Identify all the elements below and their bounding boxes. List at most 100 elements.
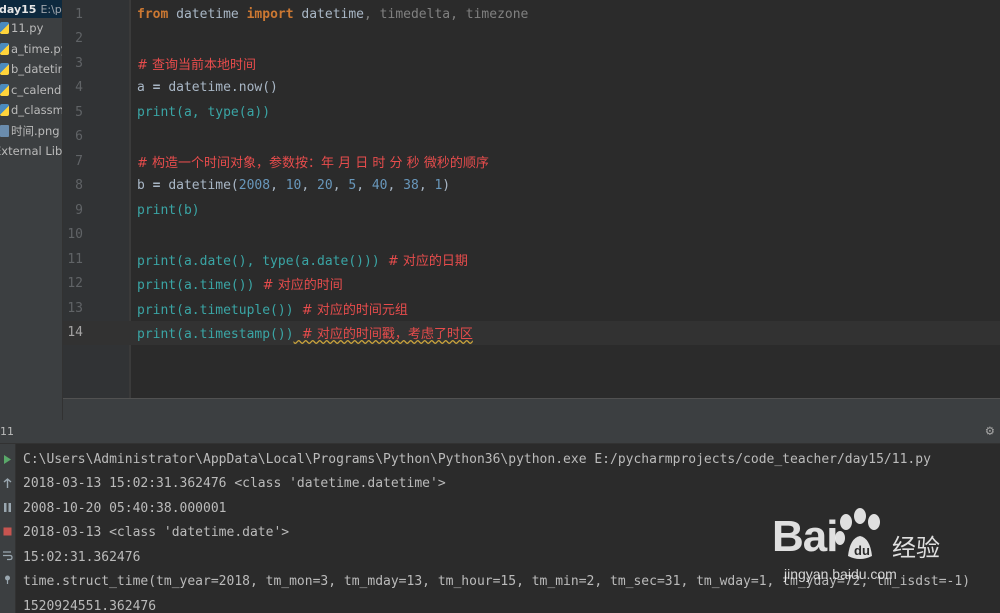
pin-icon[interactable]: [2, 574, 13, 585]
code-comment: # 查询当前本地时间: [137, 57, 257, 73]
run-toolbar: [0, 444, 16, 613]
stop-icon[interactable]: [2, 526, 13, 537]
line-number: 8: [75, 178, 83, 194]
run-tab-title[interactable]: 11: [0, 425, 14, 438]
file-label: 时间.png: [11, 123, 60, 138]
line-number: 3: [75, 55, 83, 71]
code-line-6[interactable]: 6: [63, 125, 1000, 150]
file-label: a_time.py: [11, 41, 63, 56]
code-text: print(a.date(), type(a.date())) # 对应的日期: [137, 250, 468, 269]
project-root-name: day15: [0, 2, 37, 16]
code-token: print: [137, 253, 177, 269]
console-line: 2018-03-13 15:02:31.362476 <class 'datet…: [23, 476, 446, 491]
code-line-8[interactable]: 8 b = datetime(2008, 10, 20, 5, 40, 38, …: [63, 174, 1000, 199]
image-file-icon: [0, 124, 9, 137]
code-editor[interactable]: 1 from datetime import datetime, timedel…: [63, 0, 1000, 398]
code-comment: # 构造一个时间对象，参数按：年 月 日 时 分 秒 微秒的顺序: [137, 155, 489, 171]
code-token: print: [137, 302, 177, 318]
code-token: (a.date(),: [176, 253, 263, 269]
python-file-icon: [0, 83, 9, 96]
code-line-10[interactable]: 10: [63, 223, 1000, 248]
line-number: 12: [67, 276, 83, 292]
file-item-d-classm[interactable]: d_classm: [0, 100, 62, 121]
console-line: 2018-03-13 <class 'datetime.date'>: [23, 525, 290, 540]
file-item-time-png[interactable]: 时间.png: [0, 121, 62, 142]
code-token: datetime.now(): [168, 80, 278, 96]
python-file-icon: [0, 22, 9, 35]
code-token: print: [137, 278, 177, 294]
line-number: 13: [67, 300, 83, 316]
project-sidebar: day15 E:\py 11.py a_time.py b_datetime c…: [0, 0, 63, 420]
code-token: =: [144, 80, 169, 96]
code-line-14[interactable]: 14 print(a.timestamp()) # 对应的时间戳，考虑了时区: [63, 320, 1000, 345]
file-item-b-datetime[interactable]: b_datetime: [0, 59, 62, 80]
code-line-11[interactable]: 11 print(a.date(), type(a.date())) # 对应的…: [63, 247, 1000, 272]
code-token: (a)): [238, 104, 271, 120]
wrap-icon[interactable]: [2, 550, 13, 561]
line-number: 7: [75, 153, 83, 169]
code-line-13[interactable]: 13 print(a.timetuple()) # 对应的时间元组: [63, 296, 1000, 321]
file-item-a-time[interactable]: a_time.py: [0, 39, 62, 60]
code-token: (a,: [176, 104, 208, 120]
code-token: ,: [387, 178, 404, 194]
code-line-5[interactable]: 5 print(a, type(a)): [63, 100, 1000, 125]
code-token: (b): [176, 202, 200, 218]
code-line-1[interactable]: 1 from datetime import datetime, timedel…: [63, 2, 1000, 27]
project-root[interactable]: day15 E:\py: [0, 0, 62, 18]
line-number: 5: [75, 104, 83, 120]
code-token: ,: [301, 178, 318, 194]
external-libraries[interactable]: External Libr: [0, 141, 62, 162]
file-label: 11.py: [11, 21, 44, 36]
code-comment: # 对应的时间戳，考虑了时区: [293, 327, 473, 343]
line-number: 9: [75, 202, 83, 218]
code-token: 38: [403, 178, 419, 194]
line-number: 2: [75, 31, 83, 47]
pause-icon[interactable]: [2, 502, 13, 513]
file-item-c-calendar[interactable]: c_calendar: [0, 80, 62, 101]
code-line-9[interactable]: 9 print(b): [63, 198, 1000, 223]
code-token: from: [137, 6, 169, 22]
watermark-url: jingyan.baidu.com: [784, 566, 897, 582]
code-line-2[interactable]: 2: [63, 27, 1000, 52]
rerun-icon[interactable]: [2, 454, 13, 465]
file-label: External Libr: [0, 144, 63, 159]
editor-panel-divider[interactable]: [63, 398, 1000, 420]
file-item-11-py[interactable]: 11.py: [0, 18, 62, 39]
code-token: type: [262, 253, 294, 269]
code-token: ,: [270, 178, 286, 194]
line-number: 11: [67, 251, 83, 267]
code-line-4[interactable]: 4 a = datetime.now(): [63, 76, 1000, 101]
code-token: b: [137, 178, 145, 194]
code-token: 20: [317, 178, 333, 194]
line-number: 1: [75, 6, 83, 22]
code-token: 2008: [238, 178, 271, 194]
code-token: type: [207, 104, 239, 120]
code-line-12[interactable]: 12 print(a.time()) # 对应的时间: [63, 272, 1000, 297]
paw-icon: du: [835, 508, 880, 559]
code-comment: # 对应的日期: [379, 253, 468, 269]
code-token: print: [137, 327, 177, 343]
console-line: C:\Users\Administrator\AppData\Local\Pro…: [23, 452, 931, 467]
code-token: print: [137, 202, 177, 218]
watermark-text: 经验: [892, 534, 940, 562]
code-token: 40: [371, 178, 388, 194]
code-comment: # 对应的时间: [254, 278, 343, 294]
code-token: ,: [356, 178, 372, 194]
code-token: print: [137, 104, 177, 120]
python-file-icon: [0, 63, 9, 76]
up-arrow-icon[interactable]: [2, 478, 13, 489]
code-text: print(a.time()) # 对应的时间: [137, 274, 343, 293]
console-line: 1520924551.362476: [23, 598, 157, 613]
code-token: 10: [285, 178, 302, 194]
code-line-7[interactable]: 7 # 构造一个时间对象，参数按：年 月 日 时 分 秒 微秒的顺序: [63, 149, 1000, 174]
code-token: (a.time()): [176, 278, 255, 294]
code-token: (a.timetuple()): [176, 302, 294, 318]
python-file-icon: [0, 104, 9, 117]
code-line-3[interactable]: 3 # 查询当前本地时间: [63, 51, 1000, 76]
python-file-icon: [0, 42, 9, 55]
code-token: , timedelta, timezone: [364, 6, 529, 22]
code-text: b = datetime(2008, 10, 20, 5, 40, 38, 1): [137, 178, 450, 193]
gear-icon[interactable]: ⚙: [986, 423, 994, 439]
code-token: datetime: [168, 6, 247, 22]
file-label: c_calendar: [11, 82, 62, 97]
